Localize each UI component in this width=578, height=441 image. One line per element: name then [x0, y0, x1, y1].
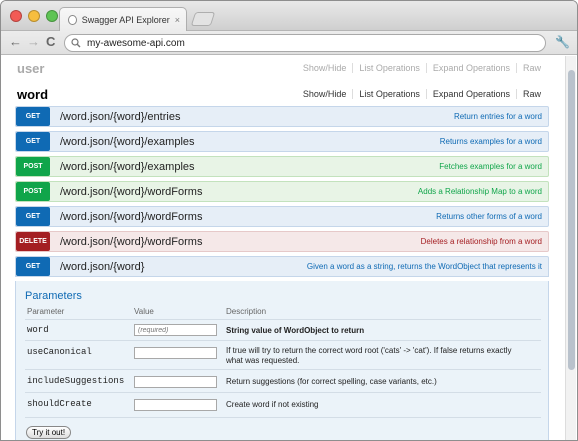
swagger-content: user Show/Hide List Operations Expand Op…	[1, 56, 566, 440]
row-divider	[25, 417, 541, 418]
column-header-description: Description	[226, 307, 267, 316]
url-input[interactable]	[87, 37, 487, 49]
column-header-value: Value	[134, 307, 154, 316]
operation-get-entries[interactable]: GET /word.json/{word}/entries Return ent…	[15, 106, 549, 127]
expand-operations-link[interactable]: Expand Operations	[425, 89, 516, 99]
operation-post-wordforms[interactable]: POST /word.json/{word}/wordForms Adds a …	[15, 181, 549, 202]
param-description: String value of WordObject to return	[226, 326, 365, 335]
browser-toolbar: ← → C 🔧	[1, 31, 577, 55]
parameters-heading: Parameters	[25, 290, 82, 302]
http-method-badge: DELETE	[16, 232, 50, 251]
operation-path[interactable]: /word.json/{word}/examples	[60, 161, 195, 173]
operation-get-word[interactable]: GET /word.json/{word} Given a word as a …	[15, 256, 549, 277]
row-divider	[25, 340, 541, 341]
http-method-badge: POST	[16, 157, 50, 176]
http-method-badge: GET	[16, 257, 50, 276]
resource-links: Show/Hide List Operations Expand Operati…	[297, 63, 547, 73]
param-description: If true will try to return the correct w…	[226, 346, 512, 365]
raw-link[interactable]: Raw	[515, 63, 547, 73]
search-icon	[71, 38, 81, 48]
header-divider	[25, 319, 541, 320]
scrollbar-thumb[interactable]	[568, 70, 575, 370]
vertical-scrollbar[interactable]	[565, 56, 576, 440]
browser-tab[interactable]: Swagger API Explorer ×	[59, 7, 187, 31]
minimize-window-button[interactable]	[28, 10, 40, 22]
window-controls	[10, 10, 58, 22]
try-it-out-button[interactable]: Try it out!	[26, 426, 72, 439]
forward-icon[interactable]: →	[27, 35, 40, 49]
operation-path[interactable]: /word.json/{word}/wordForms	[60, 211, 202, 223]
operation-summary[interactable]: Adds a Relationship Map to a word	[418, 187, 542, 196]
show-hide-link[interactable]: Show/Hide	[297, 63, 353, 73]
resource-links: Show/Hide List Operations Expand Operati…	[297, 89, 547, 99]
operation-summary[interactable]: Return entries for a word	[454, 112, 542, 121]
operation-summary[interactable]: Given a word as a string, returns the Wo…	[307, 262, 542, 271]
operation-summary[interactable]: Returns other forms of a word	[436, 212, 542, 221]
param-input-includesuggestions[interactable]	[134, 376, 217, 388]
operation-summary[interactable]: Deletes a relationship from a word	[421, 237, 542, 246]
operation-get-examples[interactable]: GET /word.json/{word}/examples Returns e…	[15, 131, 549, 152]
tab-close-icon[interactable]: ×	[175, 15, 180, 25]
show-hide-link[interactable]: Show/Hide	[297, 89, 353, 99]
operation-post-examples[interactable]: POST /word.json/{word}/examples Fetches …	[15, 156, 549, 177]
resource-user: user Show/Hide List Operations Expand Op…	[17, 58, 547, 78]
new-tab-button[interactable]	[190, 12, 216, 26]
param-description: Create word if not existing	[226, 400, 319, 409]
browser-window: Swagger API Explorer × ← → C 🔧 user Show…	[0, 0, 578, 441]
http-method-badge: GET	[16, 107, 50, 126]
param-name-usecanonical: useCanonical	[27, 347, 92, 357]
tab-title: Swagger API Explorer	[81, 14, 170, 25]
column-header-parameter: Parameter	[27, 307, 65, 316]
operation-path[interactable]: /word.json/{word}	[60, 261, 144, 273]
operation-delete-wordforms[interactable]: DELETE /word.json/{word}/wordForms Delet…	[15, 231, 549, 252]
operation-path[interactable]: /word.json/{word}/examples	[60, 136, 195, 148]
operation-path[interactable]: /word.json/{word}/entries	[60, 111, 180, 123]
expand-operations-link[interactable]: Expand Operations	[425, 63, 516, 73]
param-input-usecanonical[interactable]	[134, 347, 217, 359]
param-name-word: word	[27, 325, 49, 335]
back-icon[interactable]: ←	[9, 35, 22, 49]
operation-path[interactable]: /word.json/{word}/wordForms	[60, 186, 202, 198]
resource-word: word Show/Hide List Operations Expand Op…	[17, 84, 547, 104]
title-bar: Swagger API Explorer ×	[1, 1, 577, 31]
zoom-window-button[interactable]	[46, 10, 58, 22]
row-divider	[25, 392, 541, 393]
close-window-button[interactable]	[10, 10, 22, 22]
resource-title[interactable]: user	[17, 61, 44, 76]
wrench-icon[interactable]: 🔧	[555, 35, 570, 49]
operation-details-panel: Parameters Parameter Value Description w…	[15, 281, 549, 440]
raw-link[interactable]: Raw	[515, 89, 547, 99]
row-divider	[25, 369, 541, 370]
address-bar[interactable]	[64, 34, 546, 52]
reload-icon[interactable]: C	[46, 35, 55, 49]
param-name-includesuggestions: includeSuggestions	[27, 376, 125, 386]
operation-path[interactable]: /word.json/{word}/wordForms	[60, 236, 202, 248]
resource-title[interactable]: word	[17, 87, 48, 102]
http-method-badge: GET	[16, 207, 50, 226]
globe-icon	[68, 14, 77, 25]
param-input-shouldcreate[interactable]	[134, 399, 217, 411]
http-method-badge: POST	[16, 182, 50, 201]
list-operations-link[interactable]: List Operations	[352, 89, 426, 99]
param-description: Return suggestions (for correct spelling…	[226, 377, 437, 386]
operation-summary[interactable]: Returns examples for a word	[440, 137, 542, 146]
list-operations-link[interactable]: List Operations	[352, 63, 426, 73]
http-method-badge: GET	[16, 132, 50, 151]
param-name-shouldcreate: shouldCreate	[27, 399, 92, 409]
operation-get-wordforms[interactable]: GET /word.json/{word}/wordForms Returns …	[15, 206, 549, 227]
param-input-word[interactable]	[134, 324, 217, 336]
operation-summary[interactable]: Fetches examples for a word	[439, 162, 542, 171]
